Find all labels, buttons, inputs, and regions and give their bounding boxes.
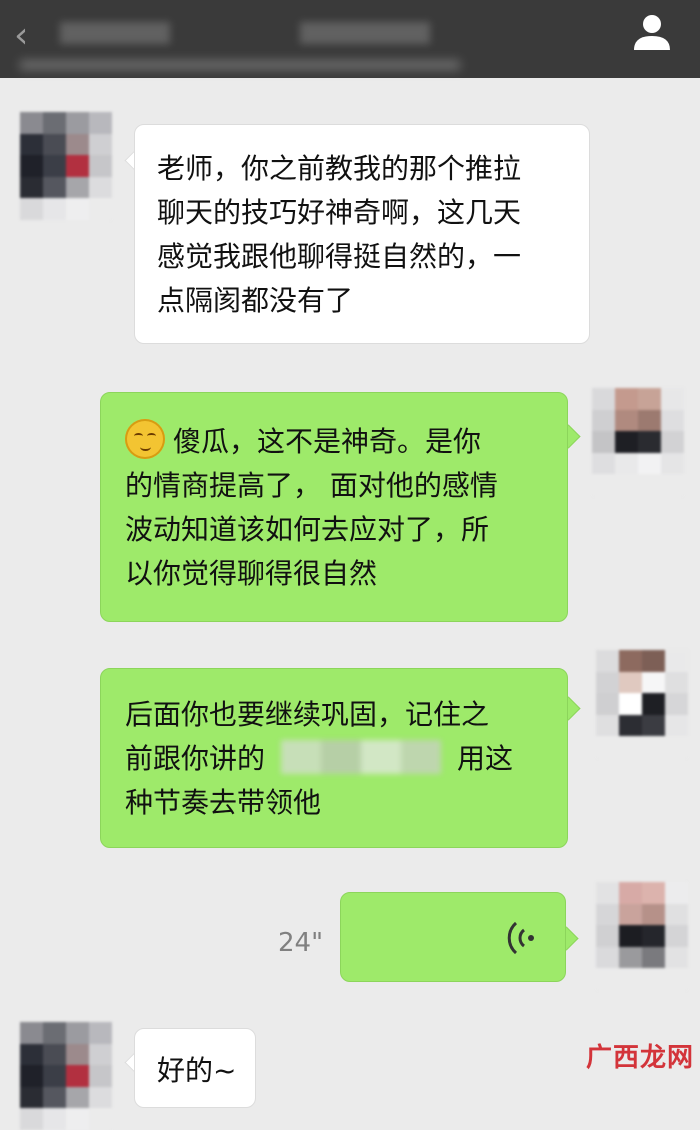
site-watermark: 广西龙网: [585, 1043, 694, 1073]
message-line: 傻瓜，这不是神奇。是你: [125, 419, 567, 464]
contact-avatar[interactable]: [20, 1022, 112, 1130]
message-line: 后面你也要继续巩固，记住之: [125, 698, 490, 731]
message-line: 的情商提高了， 面对他的感情: [125, 469, 498, 502]
message-line: 聊天的技巧好神奇啊，这几天: [157, 196, 522, 229]
redacted-text: [281, 740, 442, 774]
self-avatar[interactable]: [596, 650, 688, 758]
self-avatar[interactable]: [596, 882, 688, 990]
header-blur-smear: [20, 60, 460, 70]
chat-header: ‹: [0, 0, 700, 78]
message-line: 波动知道该如何去应对了，所: [125, 513, 490, 546]
voice-duration: 24": [278, 928, 324, 958]
grinning-face-with-hand-icon: [125, 419, 165, 459]
voice-wave-icon: [507, 921, 534, 955]
message-line: 种节奏去带领他: [125, 786, 322, 819]
message-bubble-outgoing[interactable]: 傻瓜，这不是神奇。是你 的情商提高了， 面对他的感情 波动知道该如何去应对了，所…: [100, 392, 568, 622]
message-line: 点隔阂都没有了: [157, 284, 354, 317]
message-line: 感觉我跟他聊得挺自然的，一: [157, 240, 522, 273]
message-line: 前跟你讲的 用这: [125, 740, 514, 775]
message-line: 好的~: [157, 1054, 237, 1087]
voice-message-bubble[interactable]: [340, 892, 566, 982]
message-line: 老师，你之前教我的那个推拉: [157, 152, 522, 185]
user-profile-icon[interactable]: [630, 10, 674, 54]
self-avatar[interactable]: [592, 388, 684, 496]
blurred-title: [60, 22, 170, 44]
message-bubble-incoming[interactable]: 好的~: [134, 1028, 256, 1108]
contact-avatar[interactable]: [20, 112, 112, 220]
message-bubble-incoming[interactable]: 老师，你之前教我的那个推拉 聊天的技巧好神奇啊，这几天 感觉我跟他聊得挺自然的，…: [134, 124, 590, 344]
message-bubble-outgoing[interactable]: 后面你也要继续巩固，记住之 前跟你讲的 用这 种节奏去带领他: [100, 668, 568, 848]
message-line: 以你觉得聊得很自然: [125, 557, 378, 590]
chevron-left-icon[interactable]: ‹: [14, 16, 54, 56]
blurred-title-part: [300, 22, 430, 44]
